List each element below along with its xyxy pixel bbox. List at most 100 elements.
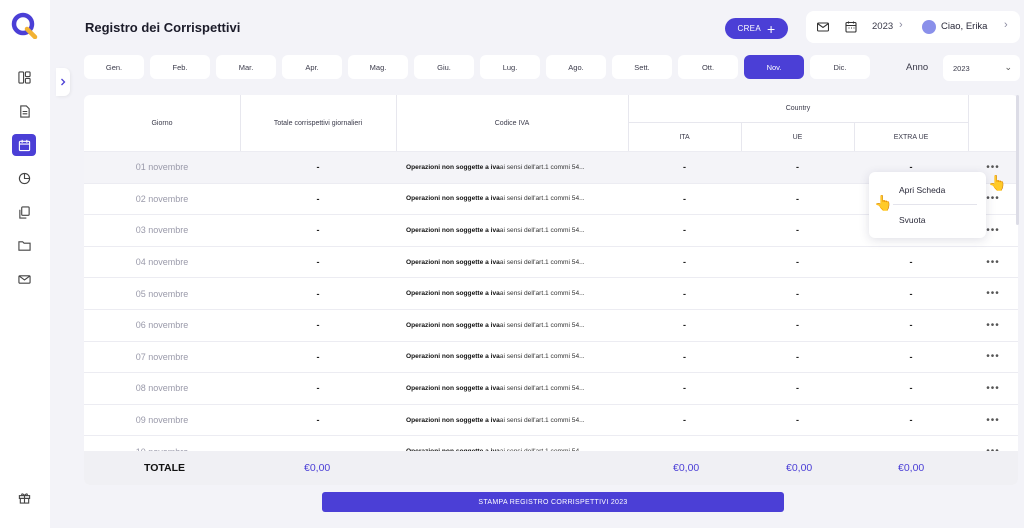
page-title: Registro dei Corrispettivi [85,20,241,35]
tab-month-nov[interactable]: Nov. [744,55,804,79]
table-row[interactable]: 07 novembre - Operazioni non soggette a … [84,340,1018,373]
year-select[interactable]: 2023 ⌄ [943,55,1020,81]
column-header-ita: ITA [679,133,690,141]
gift-icon[interactable] [12,486,36,508]
total-ue-value: €0,00 [786,462,813,474]
ita-cell: - [683,193,686,204]
totale-cell: - [316,383,320,394]
chevron-right-icon[interactable]: › [1004,19,1008,31]
create-button-label: CREA [737,24,761,33]
anno-label: Anno [906,62,929,73]
tab-month-oct[interactable]: Ott. [678,55,738,79]
table-row[interactable]: 05 novembre - Operazioni non soggette a … [84,277,1018,309]
iva-rest: ai sensi dell'art.1 commi 54... [499,195,585,203]
iva-rest: ai sensi dell'art.1 commi 54... [499,416,585,424]
tab-month-mar[interactable]: Mar. [216,55,276,79]
tab-month-dec[interactable]: Dic. [810,55,870,79]
column-header-country: Country [785,105,811,112]
iva-bold: Operazioni non soggette a iva [406,416,500,424]
mail-icon[interactable] [12,268,36,290]
tab-month-jul[interactable]: Lug. [480,55,540,79]
create-button[interactable]: CREA + [725,18,788,39]
menu-item-open[interactable]: Apri Scheda [899,185,945,195]
user-greeting[interactable]: Ciao, Erika [941,21,987,32]
extra-ue-cell: - [909,415,913,426]
totals-row: TOTALE €0,00 €0,00 €0,00 €0,00 [84,451,1018,485]
header-toolbar: 2023 › Ciao, Erika › [806,11,1020,43]
column-header-extra-ue: EXTRA UE [893,133,929,141]
document-icon[interactable] [12,100,36,122]
tab-month-jan[interactable]: Gen. [84,55,144,79]
chevron-right-icon[interactable]: › [899,19,903,31]
year-label[interactable]: 2023 [872,21,893,32]
day-cell: 03 novembre [135,225,189,236]
iva-bold: Operazioni non soggette a iva [406,321,500,329]
column-header-codice-iva: Codice IVA [494,119,530,127]
menu-item-clear[interactable]: Svuota [899,215,925,225]
folder-icon[interactable] [12,234,36,256]
mail-icon[interactable] [817,21,829,33]
pie-chart-icon[interactable] [12,167,36,189]
iva-rest: ai sensi dell'art.1 commi 54... [499,258,585,266]
iva-bold: Operazioni non soggette a iva [406,226,500,234]
sidebar-expand-button[interactable] [56,68,70,96]
tab-month-apr[interactable]: Apr. [282,55,342,79]
iva-bold: Operazioni non soggette a iva [406,290,500,298]
more-options-icon[interactable]: ••• [968,373,1018,404]
ue-cell: - [796,288,799,299]
iva-rest: ai sensi dell'art.1 commi 54... [499,290,585,298]
tab-month-aug[interactable]: Ago. [546,55,606,79]
pointer-hand-icon: 👆 [874,195,893,212]
divider [893,204,977,205]
table-row[interactable]: 08 novembre - Operazioni non soggette a … [84,372,1018,404]
day-cell: 04 novembre [135,257,189,268]
year-select-value: 2023 [953,63,970,73]
more-options-icon[interactable]: ••• [968,310,1018,341]
chevron-right-icon [61,78,66,86]
calendar-icon[interactable] [845,21,857,33]
iva-bold: Operazioni non soggette a iva [406,163,500,171]
print-register-button[interactable]: STAMPA REGISTRO CORRISPETTIVI 2023 [322,492,784,512]
more-options-icon[interactable]: ••• [968,405,1018,436]
more-options-icon[interactable]: ••• [968,247,1018,278]
ita-cell: - [683,288,686,299]
ita-cell: - [683,415,686,426]
copy-icon[interactable] [12,201,36,223]
tab-month-jun[interactable]: Giu. [414,55,474,79]
total-daily-value: €0,00 [304,462,331,474]
tab-month-may[interactable]: Mag. [348,55,408,79]
table-row[interactable]: 06 novembre - Operazioni non soggette a … [84,309,1018,341]
divider [240,95,241,151]
tab-month-feb[interactable]: Feb. [150,55,210,79]
tab-month-sep[interactable]: Sett. [612,55,672,79]
table-row[interactable]: 04 novembre - Operazioni non soggette a … [84,245,1018,278]
ue-cell: - [796,225,799,236]
extra-ue-cell: - [909,383,913,394]
day-cell: 02 novembre [135,193,189,204]
divider [741,122,742,151]
totale-cell: - [316,415,320,426]
chevron-down-icon: ⌄ [1004,62,1012,72]
calendar-icon[interactable] [12,134,36,156]
ue-cell: - [796,193,799,204]
column-header-totale: Totale corrispettivi giornalieri [273,119,363,127]
divider [396,95,397,151]
table-row[interactable]: 09 novembre - Operazioni non soggette a … [84,403,1018,436]
dashboard-icon[interactable] [12,66,36,88]
more-options-icon[interactable]: ••• [968,278,1018,309]
ue-cell: - [796,257,799,268]
extra-ue-cell: - [909,351,913,362]
app-logo[interactable] [10,11,38,39]
codice-iva-cell: Operazioni non soggette a iva ai sensi d… [406,310,628,341]
scrollbar[interactable] [1016,95,1019,225]
corrispettivi-table: Giorno Totale corrispettivi giornalieri … [84,95,1018,485]
ue-cell: - [796,415,799,426]
day-cell: 08 novembre [135,383,189,394]
ita-cell: - [683,351,686,362]
totals-label: TOTALE [144,462,186,474]
more-options-icon[interactable]: ••• [968,342,1018,373]
divider [854,122,855,151]
iva-bold: Operazioni non soggette a iva [406,384,500,392]
extra-ue-cell: - [909,257,913,268]
avatar[interactable] [922,20,936,34]
